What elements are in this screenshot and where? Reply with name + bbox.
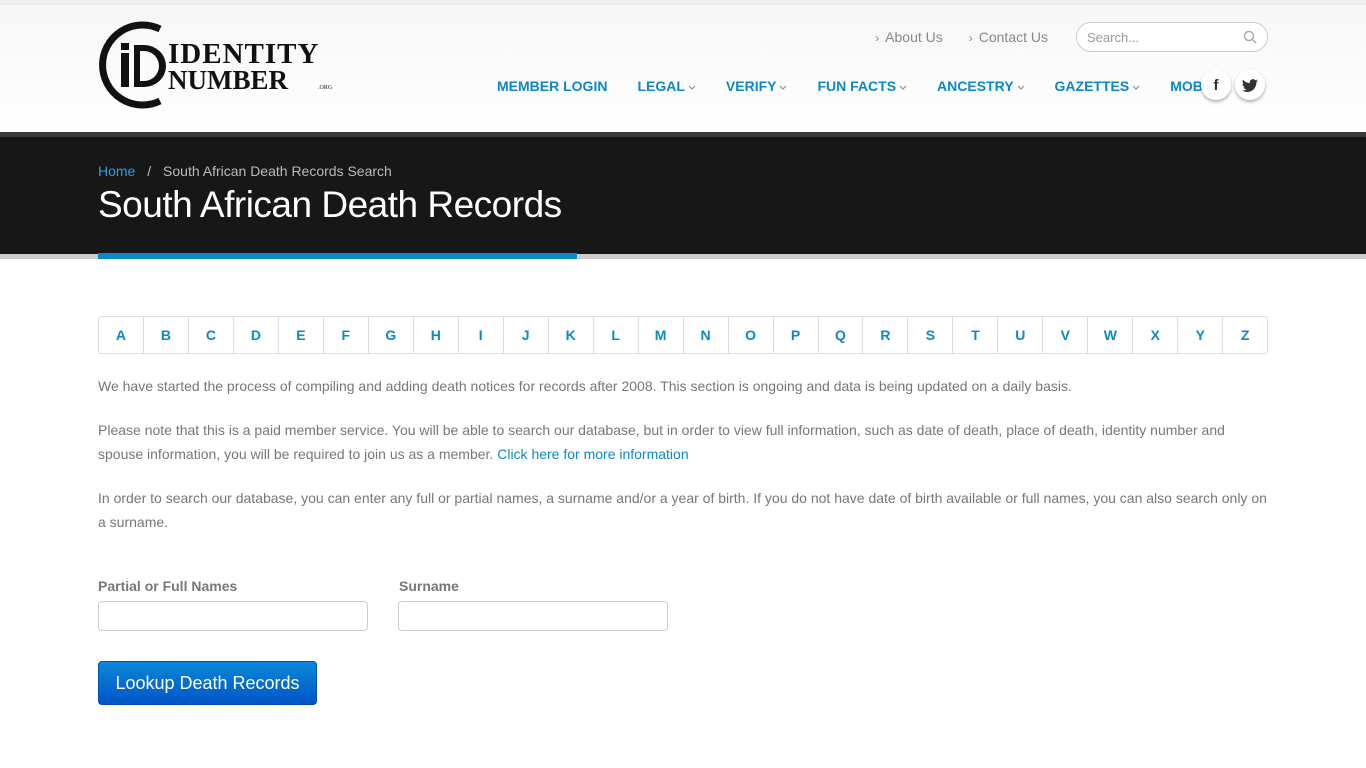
- title-underline: [0, 253, 1366, 259]
- chevron-down-icon: [1132, 83, 1140, 94]
- alphabet-filter: ABCDEFGHIJKLMNOPQRSTUVWXYZ: [98, 316, 1268, 354]
- chevron-down-icon: [688, 83, 696, 94]
- letter-filter-v[interactable]: V: [1043, 317, 1089, 353]
- letter-filter-u[interactable]: U: [998, 317, 1044, 353]
- letter-filter-s[interactable]: S: [908, 317, 954, 353]
- chevron-down-icon: [1017, 83, 1025, 94]
- about-us-link[interactable]: › About Us: [875, 29, 943, 45]
- nav-label: MEMBER LOGIN: [497, 78, 608, 94]
- more-info-link[interactable]: Click here for more information: [497, 446, 688, 462]
- letter-filter-k[interactable]: K: [549, 317, 594, 353]
- contact-us-label: Contact Us: [978, 29, 1048, 45]
- nav-label: ANCESTRY: [937, 78, 1014, 94]
- breadcrumb-home[interactable]: Home: [98, 163, 135, 179]
- about-us-label: About Us: [885, 29, 943, 45]
- letter-filter-w[interactable]: W: [1088, 317, 1134, 353]
- twitter-button[interactable]: [1235, 70, 1265, 100]
- letter-filter-t[interactable]: T: [953, 317, 999, 353]
- letter-filter-a[interactable]: A: [99, 317, 144, 353]
- letter-filter-r[interactable]: R: [863, 317, 909, 353]
- letter-filter-y[interactable]: Y: [1178, 317, 1224, 353]
- letter-filter-o[interactable]: O: [729, 317, 774, 353]
- letter-filter-i[interactable]: I: [459, 317, 504, 353]
- svg-text:NUMBER: NUMBER: [168, 65, 288, 95]
- facebook-icon: f: [1213, 76, 1219, 94]
- letter-filter-g[interactable]: G: [369, 317, 414, 353]
- site-header: IDENTITY NUMBER .ORG › About Us › Contact …: [0, 5, 1366, 137]
- letter-filter-m[interactable]: M: [639, 317, 684, 353]
- surname-input[interactable]: [398, 601, 668, 631]
- nav-item-verify[interactable]: VERIFY: [726, 78, 788, 94]
- letter-filter-d[interactable]: D: [234, 317, 279, 353]
- facebook-button[interactable]: f: [1201, 70, 1231, 100]
- search-icon[interactable]: [1243, 30, 1257, 44]
- surname-label: Surname: [399, 578, 459, 594]
- svg-text:.ORG: .ORG: [318, 85, 333, 91]
- breadcrumb: Home / South African Death Records Searc…: [98, 163, 392, 179]
- letter-filter-x[interactable]: X: [1133, 317, 1179, 353]
- chevron-right-icon: ›: [968, 31, 973, 45]
- nav-item-member-login[interactable]: MEMBER LOGIN: [497, 78, 607, 94]
- main-nav: MEMBER LOGIN LEGAL VERIFY FUN FACTS ANCESTRY…: [497, 78, 1225, 94]
- twitter-icon: [1242, 78, 1258, 92]
- contact-us-link[interactable]: › Contact Us: [969, 29, 1048, 45]
- letter-filter-f[interactable]: F: [324, 317, 369, 353]
- search-input[interactable]: Search...: [1076, 22, 1268, 52]
- site-logo[interactable]: IDENTITY NUMBER .ORG: [98, 19, 338, 116]
- nav-label: VERIFY: [725, 78, 777, 94]
- nav-item-fun-facts[interactable]: FUN FACTS: [817, 78, 907, 94]
- member-notice-paragraph: Please note that this is a paid member s…: [98, 418, 1270, 466]
- search-instructions-paragraph: In order to search our database, you can…: [98, 490, 1267, 530]
- lookup-death-records-button[interactable]: Lookup Death Records: [98, 661, 317, 705]
- letter-filter-l[interactable]: L: [594, 317, 639, 353]
- search-placeholder: Search...: [1087, 29, 1140, 45]
- chevron-right-icon: ›: [875, 31, 880, 45]
- nav-item-legal[interactable]: LEGAL: [637, 78, 696, 94]
- nav-label: FUN FACTS: [817, 78, 897, 94]
- nav-label: GAZETTES: [1054, 78, 1130, 94]
- letter-filter-e[interactable]: E: [279, 317, 324, 353]
- letter-filter-n[interactable]: N: [684, 317, 729, 353]
- names-label: Partial or Full Names: [98, 578, 238, 594]
- letter-filter-b[interactable]: B: [144, 317, 189, 353]
- letter-filter-j[interactable]: J: [504, 317, 549, 353]
- breadcrumb-separator: /: [147, 163, 152, 179]
- nav-label: LEGAL: [637, 78, 685, 94]
- chevron-down-icon: [899, 83, 907, 94]
- nav-item-ancestry[interactable]: ANCESTRY: [937, 78, 1025, 94]
- chevron-down-icon: [779, 83, 787, 94]
- letter-filter-z[interactable]: Z: [1223, 317, 1267, 353]
- letter-filter-c[interactable]: C: [189, 317, 234, 353]
- page-title: South African Death Records: [98, 184, 562, 225]
- breadcrumb-current: South African Death Records Search: [163, 163, 392, 179]
- letter-filter-q[interactable]: Q: [819, 317, 864, 353]
- letter-filter-h[interactable]: H: [414, 317, 459, 353]
- letter-filter-p[interactable]: P: [774, 317, 819, 353]
- nav-item-gazettes[interactable]: GAZETTES: [1055, 78, 1141, 94]
- intro-paragraph: We have started the process of compiling…: [98, 378, 1072, 394]
- names-input[interactable]: [98, 601, 368, 631]
- page-hero: Home / South African Death Records Searc…: [0, 137, 1366, 254]
